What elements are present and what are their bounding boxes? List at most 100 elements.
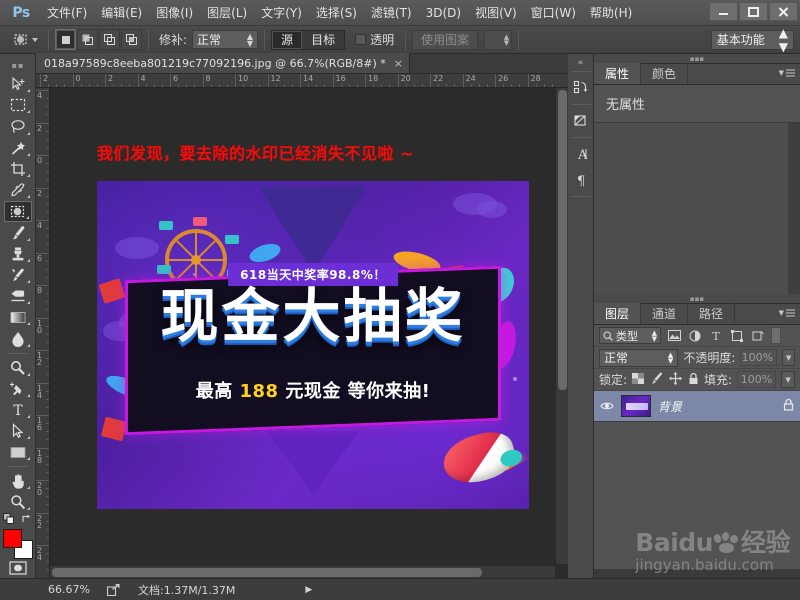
current-tool-preset[interactable] [6,31,42,49]
table-row[interactable]: 背景 [594,391,800,421]
scrollbar-thumb[interactable] [52,568,482,577]
close-button[interactable] [769,2,798,21]
patch-target-button[interactable]: 目标 [302,31,344,49]
foreground-color-swatch[interactable] [2,529,22,549]
swap-colors-icon[interactable] [21,513,33,528]
pixel-filter-icon[interactable] [666,327,682,344]
canvas-vertical-scrollbar[interactable] [555,88,568,564]
blur-tool[interactable] [4,328,32,348]
tools-panel-grip[interactable]: ▪▪ [0,58,36,72]
svg-text:T: T [712,330,720,342]
document-canvas[interactable]: 我们发现，要去除的水印已经消失不见啦 ~ 618当天中奖率98.8%！ 现金大抽… [50,88,568,578]
magic-wand-tool[interactable] [4,138,32,158]
layer-name[interactable]: 背景 [658,398,776,415]
use-pattern-button[interactable]: 使用图案 [412,29,479,50]
type-tool[interactable]: T [4,400,32,420]
history-panel-icon[interactable] [569,75,593,101]
new-selection-button[interactable] [55,29,76,50]
document-tab[interactable]: 018a97589c8eeba801219c77092196.jpg @ 66.… [36,53,410,73]
menu-image[interactable]: 图像(I) [149,1,200,24]
tab-channels[interactable]: 通道 [641,303,689,324]
layers-panel-menu-icon[interactable]: ▼ [779,309,795,317]
layer-visibility-icon[interactable] [600,401,614,411]
ruler-tick-label: 22 [37,513,43,530]
menu-type[interactable]: 文字(Y) [254,1,309,24]
lock-position-icon[interactable] [669,371,683,388]
blend-mode-select[interactable]: 正常 ▲ ▼ [599,348,679,367]
opacity-value[interactable]: 100% [740,349,778,366]
zoom-level[interactable]: 66.67% [36,583,102,596]
poster-subtitle-amount: 188 [239,381,279,402]
gradient-tool[interactable] [4,307,32,327]
pen-tool[interactable] [4,379,32,399]
crop-tool[interactable] [4,159,32,179]
menu-select[interactable]: 选择(S) [309,1,364,24]
maximize-button[interactable] [739,2,768,21]
tab-paths[interactable]: 路径 [688,303,736,324]
path-selection-tool[interactable] [4,421,32,441]
canvas-horizontal-scrollbar[interactable] [50,565,555,578]
menu-edit[interactable]: 编辑(E) [94,1,149,24]
menu-window[interactable]: 窗口(W) [524,1,583,24]
panel-menu-icon[interactable]: ▼ [779,69,795,77]
lasso-tool[interactable] [4,116,32,136]
patch-source-button[interactable]: 源 [272,30,303,49]
paragraph-panel-icon[interactable]: ¶ [569,167,593,193]
lock-all-icon[interactable] [688,372,699,388]
dodge-tool[interactable] [4,357,32,377]
layer-filter-type-select[interactable]: 类型 ▲ ▼ [599,327,661,344]
shape-tool[interactable] [4,442,32,462]
intersect-selection-button[interactable] [121,29,142,50]
brush-tool[interactable] [4,223,32,243]
menu-filter[interactable]: 滤镜(T) [364,1,419,24]
fill-value[interactable]: 100% [737,371,777,388]
quick-mask-button[interactable] [4,558,32,578]
menu-view[interactable]: 视图(V) [468,1,524,24]
patch-mode-select[interactable]: 正常 ▲ ▼ [192,30,259,49]
subtract-from-selection-button[interactable] [99,29,120,50]
character-panel-icon[interactable]: A [569,141,593,167]
pattern-picker[interactable]: ▲ ▼ [484,29,513,50]
status-expand-icon[interactable]: ▶ [305,585,312,595]
tab-layers[interactable]: 图层 [594,303,642,324]
smartobject-filter-icon[interactable] [750,327,766,344]
share-icon[interactable] [102,583,124,596]
menu-file[interactable]: 文件(F) [40,1,94,24]
workspace-select[interactable]: 基本功能 ▲ ▼ [710,26,794,54]
marquee-tool[interactable] [4,95,32,115]
adjustments-panel-icon[interactable] [569,108,593,134]
layer-filter-toggle[interactable] [771,327,781,344]
scrollbar-thumb[interactable] [558,90,567,390]
red-envelope-shape [100,416,128,442]
type-filter-icon[interactable]: T [708,327,724,344]
add-to-selection-button[interactable] [77,29,98,50]
layer-lock-icon[interactable] [783,398,794,414]
lock-transparent-icon[interactable] [632,372,645,387]
minimize-button[interactable] [709,2,738,21]
move-tool[interactable] [4,74,32,94]
expand-panels-icon[interactable]: « [578,58,584,68]
menu-3d[interactable]: 3D(D) [419,3,468,23]
tab-color[interactable]: 颜色 [641,63,689,84]
close-icon[interactable]: × [394,57,403,70]
fill-stepper[interactable]: ▼ [781,371,795,388]
shape-filter-icon[interactable] [729,327,745,344]
history-brush-tool[interactable] [4,265,32,285]
adjustment-filter-icon[interactable] [687,327,703,344]
menu-layer[interactable]: 图层(L) [200,1,254,24]
lock-image-icon[interactable] [650,372,663,387]
eraser-tool[interactable] [4,286,32,306]
tab-properties[interactable]: 属性 [594,63,642,84]
window-controls [709,2,798,21]
zoom-tool[interactable] [4,492,32,512]
ruler-tick-label: 4 [140,74,146,83]
properties-scrollbar[interactable] [788,123,800,294]
eyedropper-tool[interactable] [4,180,32,200]
transparent-checkbox[interactable] [355,34,367,45]
clone-stamp-tool[interactable] [4,244,32,264]
default-colors-icon[interactable] [2,512,15,528]
menu-help[interactable]: 帮助(H) [583,1,639,24]
hand-tool[interactable] [4,471,32,491]
opacity-stepper[interactable]: ▼ [782,349,795,366]
patch-tool[interactable] [3,201,32,222]
